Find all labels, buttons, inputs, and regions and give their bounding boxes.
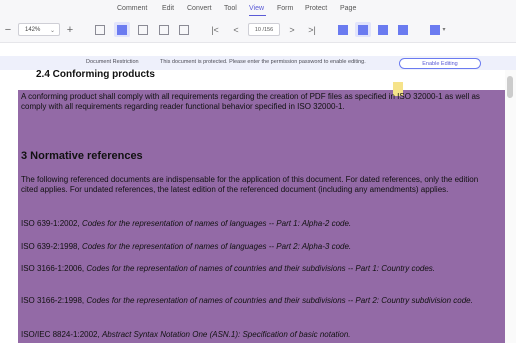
menu-tool[interactable]: Tool xyxy=(224,5,237,12)
reference-id: ISO 3166-2:1998, xyxy=(21,296,85,305)
layout-single-button[interactable] xyxy=(336,22,350,37)
reference-id: ISO 639-1:2002, xyxy=(21,219,80,228)
zoom-value: 142% xyxy=(25,26,41,33)
menu-convert[interactable]: Convert xyxy=(187,5,212,12)
fit-page-button[interactable] xyxy=(157,22,171,37)
chevron-down-icon: ⌄ xyxy=(49,28,55,34)
restriction-title: Document Restriction xyxy=(86,59,139,65)
reference-item: ISO 3166-2:1998, Codes for the represent… xyxy=(21,296,491,306)
fullscreen-button[interactable] xyxy=(177,22,191,37)
reference-id: ISO 639-2:1998, xyxy=(21,242,80,251)
single-page-button[interactable] xyxy=(114,22,130,37)
fit-page-icon xyxy=(159,24,169,35)
reference-title: Abstract Syntax Notation One (ASN.1): Sp… xyxy=(101,330,351,339)
paragraph-normative: The following referenced documents are i… xyxy=(21,175,479,194)
two-page-icon xyxy=(138,24,148,35)
view-options-icon xyxy=(430,24,441,35)
layout-double-icon xyxy=(378,24,388,35)
page-number-input[interactable]: 10 /156 xyxy=(248,23,280,36)
menu-view[interactable]: View xyxy=(249,5,264,12)
layout-continuous-button[interactable] xyxy=(355,22,371,37)
paragraph-conforming: A conforming product shall comply with a… xyxy=(21,92,480,111)
menu-protect[interactable]: Protect xyxy=(305,5,327,12)
last-page-button[interactable]: >| xyxy=(305,22,319,37)
reference-title: Codes for the representation of names of… xyxy=(86,296,473,305)
zoom-in-button[interactable]: + xyxy=(64,22,76,37)
menu-comment[interactable]: Comment xyxy=(117,5,147,12)
reference-title: Codes for the representation of names of… xyxy=(86,264,436,273)
single-page-icon xyxy=(117,24,127,35)
layout-double-continuous-button[interactable] xyxy=(396,22,410,37)
reference-id: ISO 3166-1:2006, xyxy=(21,264,85,273)
vertical-scrollbar[interactable] xyxy=(505,70,516,343)
zoom-out-button[interactable]: − xyxy=(2,22,14,37)
reference-title: Codes for the representation of names of… xyxy=(81,242,352,251)
prev-page-button[interactable]: < xyxy=(230,22,242,37)
reference-item: ISO/IEC 8824-1:2002, Abstract Syntax Not… xyxy=(21,330,491,340)
menu-edit[interactable]: Edit xyxy=(162,5,174,12)
fullscreen-icon xyxy=(179,24,189,35)
fit-width-button[interactable] xyxy=(93,22,107,37)
reference-title: Codes for the representation of names of… xyxy=(81,219,352,228)
view-toolbar: − 142% ⌄ + |< < 10 /156 > >| ▾ xyxy=(0,18,516,43)
reference-item: ISO 639-1:2002, Codes for the representa… xyxy=(21,219,491,229)
zoom-select[interactable]: 142% ⌄ xyxy=(18,23,60,36)
reference-item: ISO 3166-1:2006, Codes for the represent… xyxy=(21,264,491,274)
first-page-button[interactable]: |< xyxy=(209,22,221,37)
enable-editing-button[interactable]: Enable Editing xyxy=(399,58,481,69)
layout-double-continuous-icon xyxy=(398,24,408,35)
menu-form[interactable]: Form xyxy=(277,5,293,12)
fit-width-icon xyxy=(95,24,105,35)
layout-continuous-icon xyxy=(358,24,368,35)
layout-single-icon xyxy=(338,24,348,35)
menu-bar: Comment Edit Convert Tool View Form Prot… xyxy=(0,0,516,18)
scrollbar-thumb[interactable] xyxy=(507,76,513,98)
next-page-button[interactable]: > xyxy=(286,22,298,37)
dropdown-icon: ▾ xyxy=(442,27,446,33)
more-view-options-button[interactable]: ▾ xyxy=(428,22,448,37)
two-page-button[interactable] xyxy=(136,22,150,37)
restriction-message: This document is protected. Please enter… xyxy=(160,59,366,65)
reference-item: ISO 639-2:1998, Codes for the representa… xyxy=(21,242,491,252)
reference-id: ISO/IEC 8824-1:2002, xyxy=(21,330,100,339)
active-menu-underline xyxy=(249,15,266,16)
section-heading-3: 3 Normative references xyxy=(21,150,143,162)
menu-page[interactable]: Page xyxy=(340,5,356,12)
layout-double-button[interactable] xyxy=(376,22,390,37)
section-heading-2-4: 2.4 Conforming products xyxy=(36,69,155,80)
